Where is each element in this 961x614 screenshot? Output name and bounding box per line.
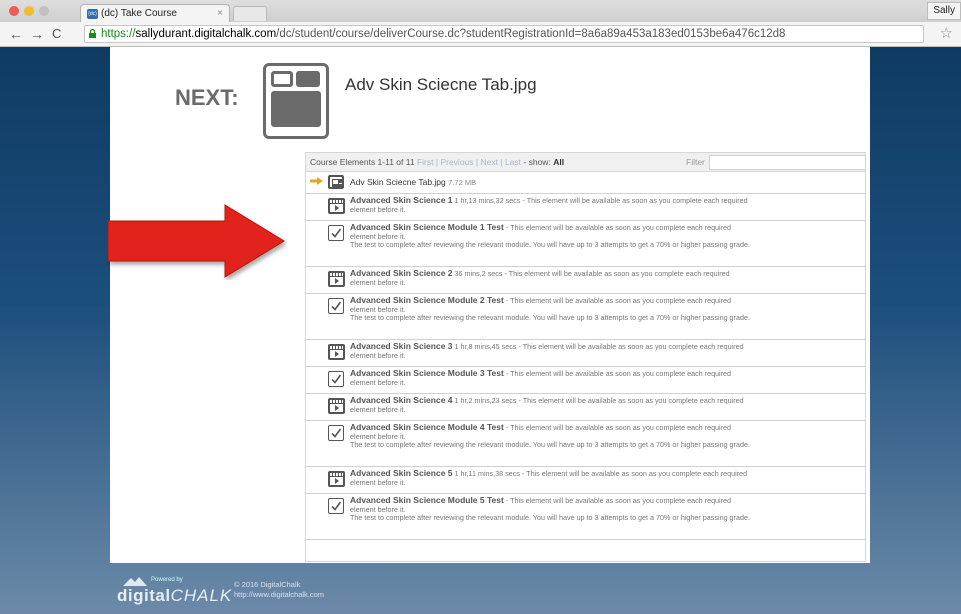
list-item-title: Advanced Skin Science 1: [350, 195, 453, 205]
next-element-title[interactable]: Adv Skin Sciecne Tab.jpg: [345, 75, 537, 95]
close-window-button[interactable]: [9, 6, 19, 16]
browser-tab[interactable]: (dc) (dc) Take Course ×: [80, 4, 230, 22]
powered-by-label: Powered by: [151, 577, 183, 583]
list-item-text: Advanced Skin Science Module 5 Test - Th…: [350, 496, 750, 523]
list-item[interactable]: Advanced Skin Science 3 1 hr,8 mins,45 s…: [306, 340, 865, 367]
logo-mountain-icon: [123, 577, 147, 586]
list-item-title: Advanced Skin Science Module 3 Test: [350, 368, 504, 378]
list-item-title: Advanced Skin Science 5: [350, 468, 453, 478]
browser-toolbar: ← → C https://sallydurant.digitalchalk.c…: [0, 22, 961, 47]
list-item[interactable]: Advanced Skin Science 1 1 hr,13 mins,32 …: [306, 194, 865, 221]
video-icon: [328, 471, 345, 487]
list-item[interactable]: Advanced Skin Science 2 36 mins,2 secs -…: [306, 267, 865, 294]
list-item-title: Advanced Skin Science Module 5 Test: [350, 495, 504, 505]
bookmark-star-icon[interactable]: ☆: [940, 24, 953, 42]
test-checkbox-icon: [328, 498, 344, 514]
window-controls: [9, 6, 49, 16]
list-item-text: Advanced Skin Science 3 1 hr,8 mins,45 s…: [350, 342, 750, 360]
digitalchalk-favicon-icon: (dc): [87, 8, 98, 19]
logo-word-a: digital: [117, 586, 171, 605]
list-item-text: Advanced Skin Science 4 1 hr,2 mins,23 s…: [350, 396, 750, 414]
reload-icon[interactable]: C: [52, 25, 61, 43]
list-item[interactable]: Advanced Skin Science Module 4 Test - Th…: [306, 421, 865, 467]
forward-arrow-icon[interactable]: →: [30, 25, 44, 43]
list-item-title: Advanced Skin Science Module 2 Test: [350, 295, 504, 305]
test-checkbox-icon: [328, 425, 344, 441]
list-item-note: The test to complete after reviewing the…: [350, 440, 750, 450]
current-element-name: Adv Skin Sciecne Tab.jpg: [350, 177, 446, 187]
show-label: - show:: [523, 157, 551, 167]
big-red-arrow-icon: [107, 204, 285, 278]
profile-button[interactable]: Sally: [927, 2, 961, 20]
nav-previous-link[interactable]: Previous: [440, 157, 473, 167]
image-icon: [328, 175, 344, 189]
address-bar[interactable]: https://sallydurant.digitalchalk.com/dc/…: [84, 25, 924, 43]
list-item-text: Advanced Skin Science Module 1 Test - Th…: [350, 223, 750, 250]
lock-icon: [89, 29, 96, 38]
next-label: NEXT:: [175, 85, 239, 110]
list-item[interactable]: Advanced Skin Science 5 1 hr,11 mins,38 …: [306, 467, 865, 494]
list-item[interactable]: Advanced Skin Science 4 1 hr,2 mins,23 s…: [306, 394, 865, 421]
list-header: Course Elements 1-11 of 11 First | Previ…: [306, 153, 866, 172]
page-background: NEXT: Adv Skin Sciecne Tab.jpg Course El…: [0, 47, 961, 614]
video-icon: [328, 271, 345, 287]
element-count: Course Elements 1-11 of 11: [310, 157, 415, 167]
list-item-current[interactable]: Adv Skin Sciecne Tab.jpg 7.72 MB: [306, 172, 865, 194]
url-scheme: https://: [101, 28, 136, 40]
list-item-text: Advanced Skin Science Module 3 Test - Th…: [350, 369, 750, 387]
course-elements-list: Course Elements 1-11 of 11 First | Previ…: [305, 152, 866, 562]
url-path: /dc/student/course/deliverCourse.dc?stud…: [276, 28, 786, 40]
video-icon: [328, 198, 345, 214]
list-item-note: The test to complete after reviewing the…: [350, 240, 750, 250]
new-tab-button[interactable]: [233, 6, 267, 21]
list-item[interactable]: Advanced Skin Science Module 5 Test - Th…: [306, 494, 865, 540]
nav-first-link[interactable]: First: [417, 157, 434, 167]
footer-copyright: © 2016 DigitalChalk http://www.digitalch…: [234, 580, 324, 600]
minimize-window-button[interactable]: [24, 6, 34, 16]
footer-url-link[interactable]: http://www.digitalchalk.com: [234, 590, 324, 600]
nav-last-link[interactable]: Last: [505, 157, 521, 167]
list-item-text: Advanced Skin Science Module 2 Test - Th…: [350, 296, 750, 323]
nav-next-link[interactable]: Next: [481, 157, 498, 167]
list-item-text: Advanced Skin Science 2 36 mins,2 secs -…: [350, 269, 750, 287]
zoom-window-button[interactable]: [39, 6, 49, 16]
list-item-note: The test to complete after reviewing the…: [350, 313, 750, 323]
test-checkbox-icon: [328, 225, 344, 241]
digitalchalk-logo[interactable]: Powered by digitalCHALK: [117, 576, 231, 606]
test-checkbox-icon: [328, 298, 344, 314]
video-icon: [328, 344, 345, 360]
logo-wordmark: digitalCHALK: [117, 586, 232, 606]
current-arrow-icon: [310, 177, 323, 185]
browser-tab-bar: (dc) (dc) Take Course × Sally: [0, 0, 961, 22]
list-item-title: Advanced Skin Science 4: [350, 395, 453, 405]
video-icon: [328, 398, 345, 414]
url-domain: sallydurant.digitalchalk.com: [135, 28, 277, 40]
logo-word-b: CHALK: [170, 586, 233, 605]
course-card: NEXT: Adv Skin Sciecne Tab.jpg Course El…: [110, 47, 870, 563]
list-item[interactable]: Advanced Skin Science Module 1 Test - Th…: [306, 221, 865, 267]
list-item[interactable]: Advanced Skin Science Module 2 Test - Th…: [306, 294, 865, 340]
show-all-link[interactable]: All: [553, 157, 564, 167]
list-item[interactable]: Advanced Skin Science Module 3 Test - Th…: [306, 367, 865, 394]
list-item-title: Advanced Skin Science Module 1 Test: [350, 222, 504, 232]
list-item-title: Advanced Skin Science Module 4 Test: [350, 422, 504, 432]
current-element-text: Adv Skin Sciecne Tab.jpg 7.72 MB: [350, 177, 476, 187]
image-file-icon: [263, 63, 329, 139]
copyright-text: © 2016 DigitalChalk: [234, 580, 301, 589]
list-item-title: Advanced Skin Science 2: [350, 268, 453, 278]
tab-close-icon[interactable]: ×: [217, 8, 223, 19]
test-checkbox-icon: [328, 371, 344, 387]
current-element-size: 7.72 MB: [448, 178, 477, 187]
filter-label: Filter: [686, 157, 705, 167]
list-item-text: Advanced Skin Science Module 4 Test - Th…: [350, 423, 750, 450]
filter-input[interactable]: [709, 155, 866, 170]
tab-label: (dc) Take Course: [101, 8, 177, 19]
list-item-note: The test to complete after reviewing the…: [350, 513, 750, 523]
back-arrow-icon[interactable]: ←: [9, 25, 23, 43]
list-item-text: Advanced Skin Science 1 1 hr,13 mins,32 …: [350, 196, 750, 214]
list-item-title: Advanced Skin Science 3: [350, 341, 453, 351]
list-item-text: Advanced Skin Science 5 1 hr,11 mins,38 …: [350, 469, 750, 487]
